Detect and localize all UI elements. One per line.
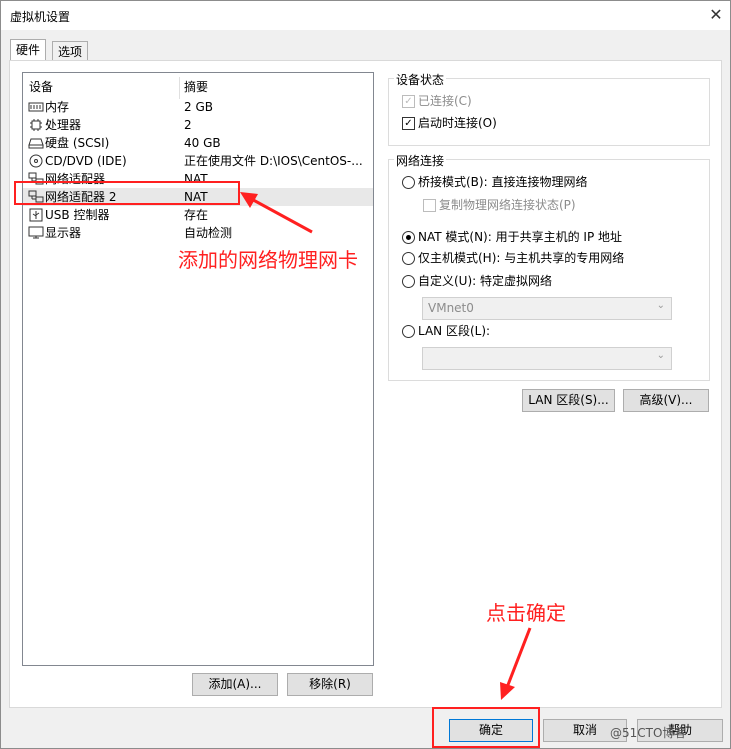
cpu-icon — [30, 119, 42, 131]
device-status-group — [388, 78, 710, 146]
lan-segment-select[interactable]: ⌄ — [422, 347, 672, 370]
device-list-header: 设备 摘要 — [23, 77, 373, 99]
device-row-memory[interactable]: 内存 2 GB — [23, 98, 373, 116]
annotation-click-ok: 点击确定 — [486, 601, 566, 625]
custom-label: 自定义(U): 特定虚拟网络 — [418, 274, 553, 288]
device-name: 处理器 — [45, 118, 82, 132]
column-header-device[interactable]: 设备 — [29, 77, 53, 97]
hard-disk-icon — [28, 138, 44, 149]
device-name: 显示器 — [45, 226, 82, 240]
device-row-hard-disk[interactable]: 硬盘 (SCSI) 40 GB — [23, 134, 373, 152]
host-only-label: 仅主机模式(H): 与主机共享的专用网络 — [418, 251, 625, 265]
annotation-arrow-adapter — [240, 192, 313, 234]
replicate-state-checkbox[interactable] — [423, 199, 436, 212]
usb-icon — [29, 208, 43, 222]
custom-radio[interactable] — [402, 275, 415, 288]
device-row-cd-dvd[interactable]: CD/DVD (IDE) 正在使用文件 D:\IOS\CentOS-... — [23, 152, 373, 170]
ok-highlight-box — [432, 707, 540, 748]
device-summary: 存在 — [184, 208, 209, 222]
add-button[interactable]: 添加(A)... — [192, 673, 278, 696]
tab-hardware-label: 硬件 — [16, 43, 41, 57]
tab-options[interactable]: 选项 — [52, 41, 89, 62]
connected-checkbox[interactable]: ✓ — [402, 95, 415, 108]
device-summary: 2 — [184, 118, 192, 132]
remove-button[interactable]: 移除(R) — [287, 673, 373, 696]
bridged-radio[interactable] — [402, 176, 415, 189]
chevron-down-icon: ⌄ — [656, 300, 665, 311]
bridged-label: 桥接模式(B): 直接连接物理网络 — [418, 175, 588, 189]
device-name: 硬盘 (SCSI) — [45, 136, 110, 150]
lan-segment-label: LAN 区段(L): — [418, 324, 491, 338]
replicate-state-label: 复制物理网络连接状态(P) — [439, 198, 576, 212]
lan-segment-radio[interactable] — [402, 325, 415, 338]
device-row-usb-controller[interactable]: USB 控制器 存在 — [23, 206, 373, 224]
watermark: @51CTO博客 — [610, 726, 687, 740]
custom-network-select[interactable]: VMnet0 ⌄ — [422, 297, 672, 320]
chevron-down-icon: ⌄ — [656, 350, 665, 361]
display-icon — [28, 226, 44, 239]
device-status-title: 设备状态 — [394, 71, 447, 88]
lan-segments-button[interactable]: LAN 区段(S)... — [522, 389, 615, 412]
title-bar: 虚拟机设置 ✕ — [1, 1, 730, 30]
device-summary: 正在使用文件 D:\IOS\CentOS-... — [184, 154, 363, 168]
tab-options-label: 选项 — [58, 45, 83, 59]
memory-icon — [28, 102, 44, 112]
window-title: 虚拟机设置 — [10, 10, 71, 24]
host-only-radio[interactable] — [402, 252, 415, 265]
nat-label: NAT 模式(N): 用于共享主机的 IP 地址 — [418, 230, 623, 244]
cd-dvd-icon — [29, 154, 43, 168]
device-name: CD/DVD (IDE) — [45, 154, 127, 168]
device-summary: 2 GB — [184, 100, 213, 114]
connect-at-power-on-label: 启动时连接(O) — [418, 116, 497, 130]
column-header-summary[interactable]: 摘要 — [184, 77, 208, 97]
device-summary: 自动检测 — [184, 226, 233, 240]
device-row-display[interactable]: 显示器 自动检测 — [23, 224, 373, 242]
custom-network-value: VMnet0 — [428, 301, 474, 315]
device-name: 内存 — [45, 100, 70, 114]
close-icon[interactable]: ✕ — [705, 4, 727, 26]
column-divider[interactable] — [179, 77, 180, 99]
device-summary: 40 GB — [184, 136, 221, 150]
device-name: USB 控制器 — [45, 208, 110, 222]
connect-at-power-on-checkbox[interactable]: ✓ — [402, 117, 415, 130]
tab-hardware[interactable]: 硬件 — [10, 39, 47, 62]
adapter-highlight-box — [14, 181, 240, 205]
advanced-button[interactable]: 高级(V)... — [623, 389, 709, 412]
connected-label: 已连接(C) — [418, 94, 472, 108]
annotation-arrow-ok — [500, 627, 532, 700]
annotation-added-adapter: 添加的网络物理网卡 — [178, 248, 358, 272]
device-list: 设备 摘要 内存 2 GB 处理器 2 硬盘 (SCSI) 40 GB CD/D… — [22, 72, 374, 666]
nat-radio[interactable] — [402, 231, 415, 244]
device-row-processor[interactable]: 处理器 2 — [23, 116, 373, 134]
network-connection-title: 网络连接 — [394, 152, 447, 169]
